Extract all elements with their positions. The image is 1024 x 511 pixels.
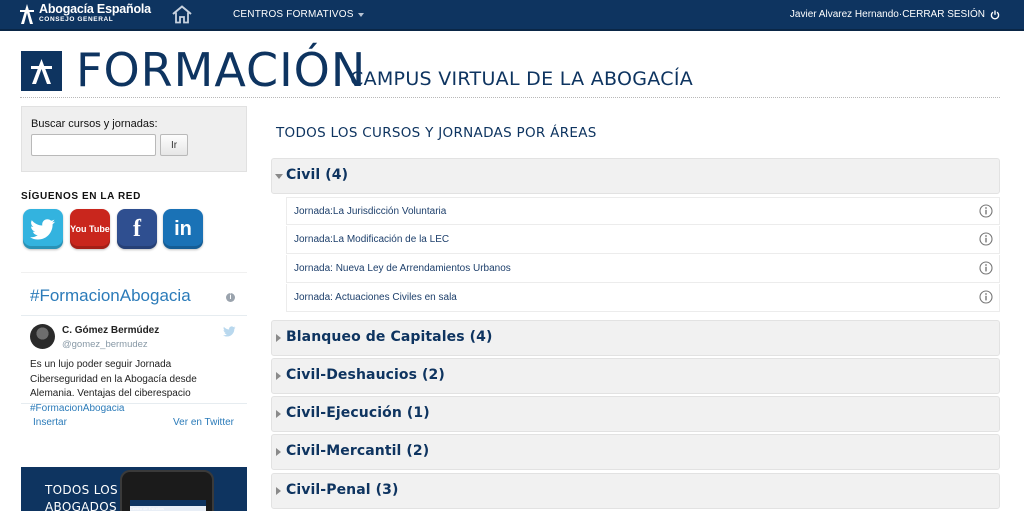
tweet-author-name[interactable]: C. Gómez Bermúdez — [62, 325, 159, 336]
area-label: Civil-Ejecución (1) — [286, 405, 430, 421]
promo-text: TODOS LOS ABOGADOS — [45, 482, 118, 511]
caret-right-icon — [276, 372, 281, 380]
brand-logo[interactable]: Abogacía Española CONSEJO GENERAL — [20, 3, 151, 25]
list-item: Jornada: Actuaciones Civiles en sala — [286, 284, 1000, 312]
area-label: Civil-Deshaucios (2) — [286, 367, 445, 383]
page-title: FORMACIÓN — [76, 43, 367, 97]
list-item: Jornada: Nueva Ley de Arrendamientos Urb… — [286, 255, 1000, 283]
view-on-twitter-link[interactable]: Ver en Twitter — [173, 417, 234, 428]
twitter-divider — [21, 403, 247, 404]
centros-formativos-menu[interactable]: CENTROS FORMATIVOS — [233, 9, 364, 20]
phone-screen-text: Centro de Estudios — [130, 506, 165, 511]
power-icon[interactable] — [990, 10, 1000, 20]
caret-right-icon — [276, 410, 281, 418]
avatar[interactable] — [30, 324, 55, 349]
linkedin-icon[interactable]: in — [163, 209, 203, 249]
course-link[interactable]: Jornada:La Jurisdicción Voluntaria — [294, 206, 446, 217]
brand-name: Abogacía Española — [39, 2, 151, 16]
promo-line-1: TODOS LOS — [45, 483, 118, 497]
area-label: Civil-Penal (3) — [286, 482, 399, 498]
info-icon[interactable] — [979, 261, 993, 275]
tweet-hashtag-link[interactable]: #FormacionAbogacia — [30, 403, 125, 414]
facebook-icon[interactable]: f — [117, 209, 157, 249]
top-navigation-bar: Abogacía Española CONSEJO GENERAL CENTRO… — [0, 0, 1024, 31]
area-panel-civil[interactable]: Civil (4) — [271, 158, 1000, 194]
search-input[interactable] — [31, 134, 156, 156]
centros-formativos-label: CENTROS FORMATIVOS — [233, 9, 354, 20]
area-label: Civil (4) — [286, 167, 349, 183]
home-icon[interactable] — [172, 5, 192, 24]
facebook-label: f — [133, 215, 141, 242]
course-link[interactable]: Jornada: Actuaciones Civiles en sala — [294, 292, 457, 303]
tweet-body: Es un lujo poder seguir Jornada Ciberseg… — [30, 359, 197, 399]
user-name[interactable]: Javier Alvarez Hernando — [790, 9, 899, 20]
area-panel-civil-deshaucios[interactable]: Civil-Deshaucios (2) — [271, 358, 1000, 394]
area-panel-civil-mercantil[interactable]: Civil-Mercantil (2) — [271, 434, 1000, 470]
promo-banner[interactable]: TODOS LOS ABOGADOS Centro de Estudios — [21, 467, 247, 511]
section-title: TODOS LOS CURSOS Y JORNADAS POR ÁREAS — [276, 125, 597, 141]
abogacia-logo-icon — [20, 3, 34, 25]
twitter-icon[interactable] — [23, 209, 63, 249]
page-subtitle: CAMPUS VIRTUAL DE LA ABOGACÍA — [350, 68, 694, 90]
list-item: Jornada:La Modificación de la LEC — [286, 226, 1000, 254]
area-label: Blanqueo de Capitales (4) — [286, 329, 493, 345]
promo-line-2: ABOGADOS — [45, 500, 117, 511]
course-link[interactable]: Jornada:La Modificación de la LEC — [294, 234, 449, 245]
embed-link[interactable]: Insertar — [33, 417, 67, 428]
search-panel: Buscar cursos y jornadas: Ir — [21, 106, 247, 172]
caret-down-icon — [275, 174, 283, 179]
twitter-timeline-widget: #FormacionAbogacia i C. Gómez Bermúdez @… — [21, 272, 247, 442]
logout-link[interactable]: CERRAR SESIÓN — [902, 9, 985, 20]
twitter-divider — [21, 315, 247, 316]
twitter-hashtag-title[interactable]: #FormacionAbogacia — [30, 286, 191, 306]
area-label: Civil-Mercantil (2) — [286, 443, 430, 459]
caret-right-icon — [276, 487, 281, 495]
caret-right-icon — [276, 448, 281, 456]
twitter-bird-icon — [223, 324, 236, 337]
brand-subtitle: CONSEJO GENERAL — [39, 16, 114, 23]
info-icon[interactable] — [979, 290, 993, 304]
youtube-label: You Tube — [70, 224, 110, 234]
tweet-text: Es un lujo poder seguir Jornada Ciberseg… — [30, 358, 240, 416]
formacion-logo-icon[interactable] — [21, 51, 62, 91]
area-panel-civil-penal[interactable]: Civil-Penal (3) — [271, 473, 1000, 509]
area-panel-blanqueo[interactable]: Blanqueo de Capitales (4) — [271, 320, 1000, 356]
list-item: Jornada:La Jurisdicción Voluntaria — [286, 197, 1000, 225]
course-link[interactable]: Jornada: Nueva Ley de Arrendamientos Urb… — [294, 263, 511, 274]
search-button[interactable]: Ir — [160, 134, 188, 156]
header-divider — [20, 97, 1000, 98]
phone-illustration: Centro de Estudios — [120, 470, 214, 511]
info-icon[interactable] — [979, 204, 993, 218]
info-icon[interactable]: i — [226, 293, 235, 302]
youtube-icon[interactable]: You Tube — [70, 209, 110, 249]
info-icon[interactable] — [979, 232, 993, 246]
chevron-down-icon — [357, 12, 364, 17]
caret-right-icon — [276, 334, 281, 342]
linkedin-label: in — [174, 217, 192, 240]
user-area: Javier Alvarez Hernando · CERRAR SESIÓN — [790, 9, 1000, 20]
area-panel-civil-ejecucion[interactable]: Civil-Ejecución (1) — [271, 396, 1000, 432]
tweet-author-handle[interactable]: @gomez_bermudez — [62, 339, 148, 350]
follow-us-heading: SÍGUENOS EN LA RED — [21, 191, 141, 202]
search-label: Buscar cursos y jornadas: — [31, 118, 158, 130]
